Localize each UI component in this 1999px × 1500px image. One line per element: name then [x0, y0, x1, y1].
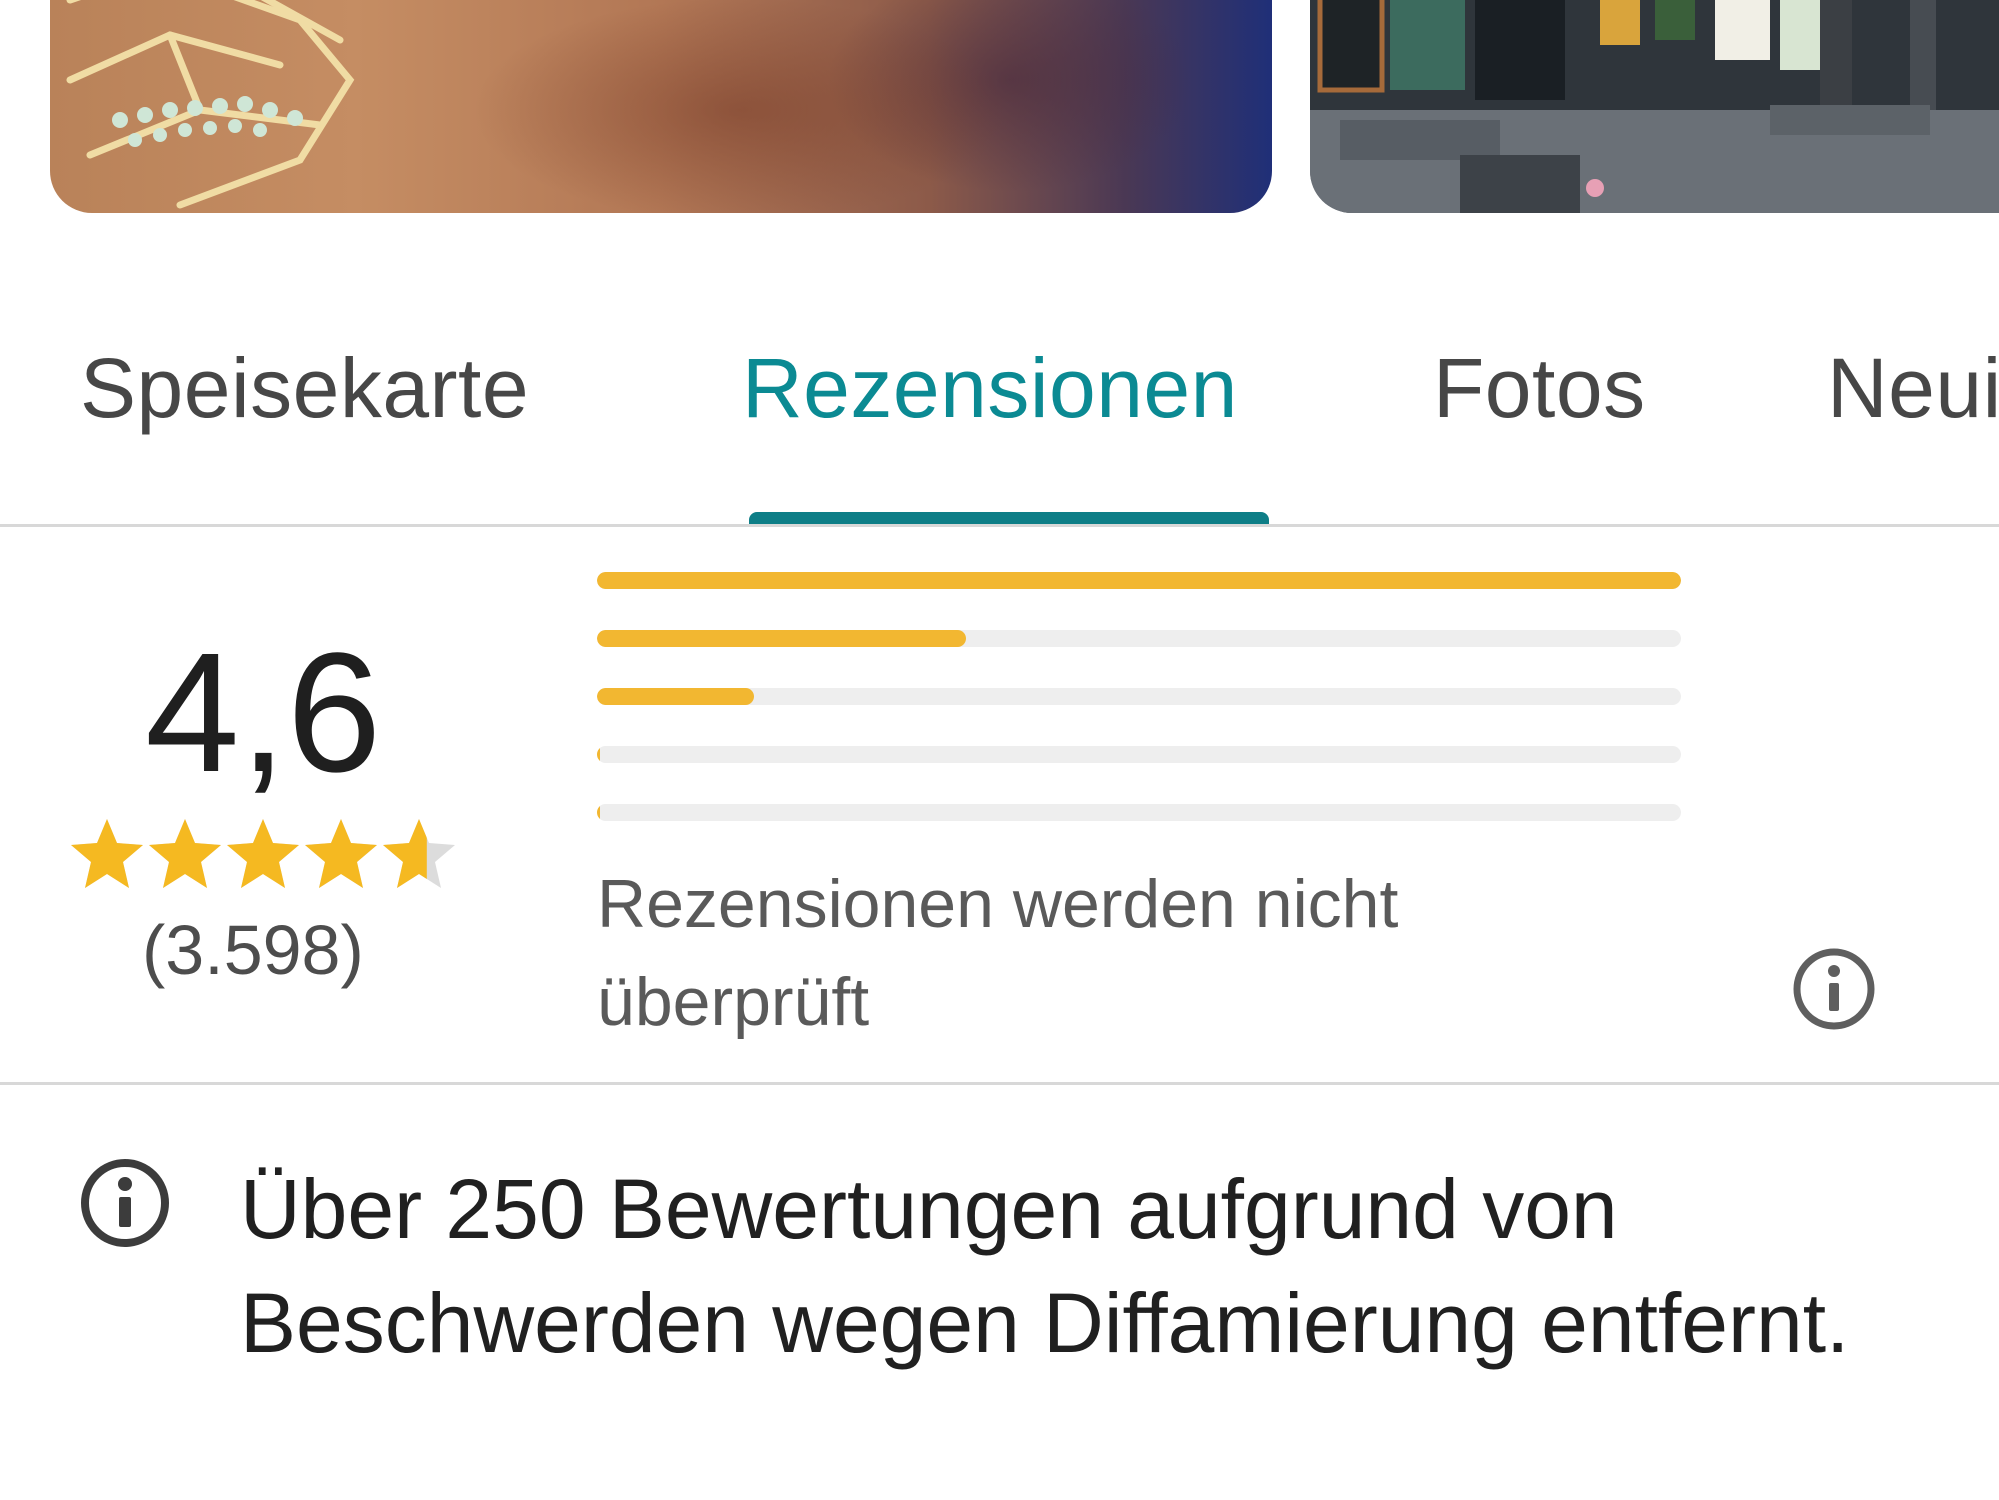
rating-bar-4-stars: [597, 630, 1681, 647]
rating-distribution: [597, 572, 1681, 862]
tab-divider: [0, 524, 1999, 527]
summary-divider: [0, 1082, 1999, 1085]
tab-rezensionen[interactable]: Rezensionen: [742, 340, 1238, 437]
rating-bar-fill: [597, 688, 755, 705]
rating-bar-fill: [597, 804, 601, 821]
info-icon[interactable]: [1790, 945, 1878, 1033]
tab-neuigkeiten[interactable]: Neui: [1827, 340, 1999, 437]
rating-bar-fill: [597, 630, 966, 647]
star-icon: [71, 819, 143, 888]
star-rating: [68, 815, 458, 895]
reviews-screen: Speisekarte Rezensionen Fotos Neui 4,6 (…: [0, 0, 1999, 1500]
rating-score: 4,6: [145, 618, 382, 808]
rating-bar-2-stars: [597, 746, 1681, 763]
star-icon: [383, 819, 455, 888]
storefront-photo-image: [1310, 0, 1999, 213]
rating-bar-fill: [597, 746, 601, 763]
removed-reviews-notice: Über 250 Bewertungen aufgrund von Beschw…: [240, 1162, 1850, 1370]
star-icon: [305, 819, 377, 888]
star-icon: [149, 819, 221, 888]
rating-bar-fill: [597, 572, 1681, 589]
storefront-photo[interactable]: [1310, 0, 1999, 213]
food-photo-image: [66, 0, 355, 209]
tab-bar: Speisekarte Rezensionen Fotos Neui: [0, 300, 1999, 526]
rating-bar-3-stars: [597, 688, 1681, 705]
reviews-not-verified-note: Rezensionen werden nicht überprüft: [597, 866, 1399, 1040]
tab-speisekarte[interactable]: Speisekarte: [80, 340, 529, 437]
star-icon: [227, 819, 299, 888]
rating-bar-1-stars: [597, 804, 1681, 821]
food-photo[interactable]: [50, 0, 1272, 213]
tab-fotos[interactable]: Fotos: [1433, 340, 1646, 437]
rating-bar-5-stars: [597, 572, 1681, 589]
review-count: (3.598): [142, 911, 364, 989]
info-icon: [77, 1155, 173, 1251]
